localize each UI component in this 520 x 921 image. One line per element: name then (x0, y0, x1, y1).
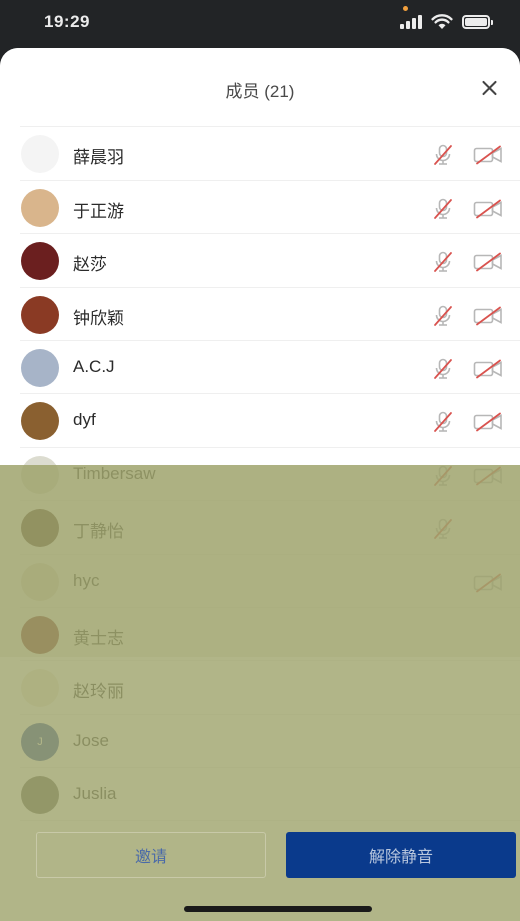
mic-muted-icon[interactable] (431, 464, 455, 488)
avatar (21, 348, 59, 387)
member-row[interactable]: A.C.J (0, 341, 520, 395)
member-row[interactable]: dyf (0, 394, 520, 448)
member-row[interactable]: Timbersaw (0, 448, 520, 502)
member-name: hyc (73, 570, 100, 590)
camera-off-icon[interactable] (473, 306, 503, 326)
camera-off-icon[interactable] (473, 412, 503, 432)
mic-muted-icon[interactable] (431, 250, 455, 274)
battery-icon (462, 15, 493, 29)
avatar (21, 242, 59, 281)
member-name: 赵玲丽 (73, 682, 124, 702)
avatar (21, 669, 59, 708)
camera-off-icon[interactable] (473, 145, 503, 165)
row-divider (20, 820, 520, 822)
wifi-icon (431, 14, 453, 29)
sheet-header: 成员 (21) (0, 48, 520, 126)
member-row[interactable]: 赵莎 (0, 234, 520, 288)
mic-muted-icon[interactable] (431, 197, 455, 221)
member-name: Jose (73, 730, 109, 750)
member-name: 于正游 (73, 201, 124, 221)
privacy-indicator-dot (403, 6, 408, 11)
sheet-title: 成员 (21) (225, 82, 295, 101)
status-time: 19:29 (44, 12, 90, 31)
status-bar: 19:29 (0, 0, 520, 48)
member-name: 丁静怡 (73, 522, 124, 542)
member-name: 黄士志 (73, 628, 124, 648)
avatar (21, 509, 59, 548)
member-row[interactable]: Juslia (0, 768, 520, 822)
member-row[interactable]: 钟欣颖 (0, 288, 520, 341)
member-name: 赵莎 (73, 255, 107, 275)
camera-off-icon[interactable] (473, 573, 503, 593)
member-name: A.C.J (73, 356, 115, 376)
mic-muted-icon[interactable] (431, 357, 455, 381)
member-name: Timbersaw (73, 463, 156, 483)
mic-muted-icon[interactable] (431, 304, 455, 328)
avatar (21, 455, 59, 494)
member-name: dyf (73, 410, 96, 430)
avatar (21, 188, 59, 227)
avatar (21, 776, 59, 815)
avatar (21, 615, 59, 654)
member-row[interactable]: J Jose (0, 715, 520, 769)
member-row[interactable]: 丁静怡 (0, 501, 520, 555)
members-sheet: 成员 (21) 薛晨羽于正游赵莎钟欣颖 A.C.J dyf Timbersaw 丁静怡 h… (0, 48, 520, 921)
member-row[interactable]: hyc (0, 555, 520, 608)
member-name: 钟欣颖 (73, 308, 124, 328)
camera-off-icon[interactable] (473, 359, 503, 379)
unmute-button[interactable]: 解除静音 (286, 832, 516, 878)
invite-button[interactable]: 邀请 (36, 832, 266, 878)
avatar (21, 135, 59, 174)
avatar: J (21, 722, 59, 761)
camera-off-icon[interactable] (473, 199, 503, 219)
action-bar: 邀请 解除静音 (0, 830, 520, 921)
close-icon[interactable] (474, 76, 504, 100)
member-row[interactable]: 赵玲丽 (0, 661, 520, 715)
mic-muted-icon[interactable] (431, 410, 455, 434)
member-row[interactable]: 于正游 (0, 181, 520, 235)
avatar (21, 562, 59, 601)
member-list: 薛晨羽于正游赵莎钟欣颖 A.C.J dyf Timbersaw 丁静怡 hyc 黄士志赵玲丽… (0, 74, 520, 822)
signal-icon (400, 15, 424, 29)
camera-off-icon[interactable] (473, 252, 503, 272)
member-row[interactable]: 薛晨羽 (0, 127, 520, 181)
member-name: Juslia (73, 784, 117, 804)
member-name: 薛晨羽 (73, 148, 124, 168)
member-row[interactable]: 黄士志 (0, 608, 520, 662)
camera-off-icon[interactable] (473, 466, 503, 486)
home-indicator (184, 906, 372, 912)
mic-muted-icon[interactable] (431, 517, 455, 541)
avatar (21, 295, 59, 334)
avatar (21, 402, 59, 441)
mic-muted-icon[interactable] (431, 143, 455, 167)
